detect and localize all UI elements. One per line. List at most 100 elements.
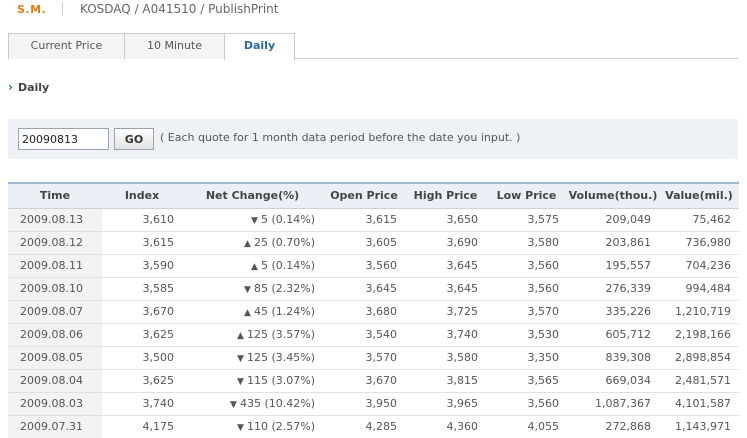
net-change-text: 435 (10.42%): [239, 397, 315, 410]
table-row: 2009.08.06 3,625 ▲ 125 (3.57%) 3,540 3,740 3,5…: [8, 323, 739, 347]
table-row: 2009.07.31 4,175 ▼ 110 (2.57%) 4,285 4,360 4,0…: [8, 415, 739, 438]
header-divider: [62, 2, 63, 16]
cell-open-price: 4,285: [323, 415, 405, 438]
go-button[interactable]: GO: [114, 128, 154, 150]
arrow-down-icon: ▼: [237, 354, 244, 364]
cell-index: 3,625: [102, 323, 182, 347]
cell-net-change: ▼ 85 (2.32%): [182, 277, 323, 301]
column-header-volume[interactable]: Volume(thou.): [567, 182, 659, 209]
cell-value: 4,101,587: [659, 392, 739, 416]
cell-time: 2009.07.31: [8, 415, 102, 438]
column-header-time[interactable]: Time: [8, 182, 102, 209]
net-change-text: 85 (2.32%): [253, 282, 315, 295]
column-header-value[interactable]: Value(mil.): [659, 182, 739, 209]
cell-open-price: 3,680: [323, 300, 405, 324]
cell-time: 2009.08.03: [8, 392, 102, 416]
arrow-up-icon: ▲: [244, 239, 251, 249]
cell-open-price: 3,950: [323, 392, 405, 416]
cell-time: 2009.08.13: [8, 208, 102, 232]
arrow-down-icon: ▼: [244, 285, 251, 295]
date-search-panel: GO ( Each quote for 1 month data period …: [8, 119, 738, 159]
net-change-text: 45 (1.24%): [253, 305, 315, 318]
cell-net-change: ▲ 25 (0.70%): [182, 231, 323, 255]
cell-high-price: 3,645: [405, 277, 486, 301]
cell-value: 2,198,166: [659, 323, 739, 347]
cell-open-price: 3,645: [323, 277, 405, 301]
net-change-text: 110 (2.57%): [246, 420, 315, 433]
arrow-up-icon: ▲: [244, 308, 251, 318]
column-header-low-price[interactable]: Low Price: [486, 182, 567, 209]
cell-high-price: 3,580: [405, 346, 486, 370]
cell-volume: 335,226: [567, 300, 659, 324]
table-row: 2009.08.13 3,610 ▼ 5 (0.14%) 3,615 3,650 3,575…: [8, 208, 739, 232]
cell-time: 2009.08.11: [8, 254, 102, 278]
arrow-down-icon: ▼: [237, 377, 244, 387]
arrow-down-icon: ▼: [230, 400, 237, 410]
cell-volume: 195,557: [567, 254, 659, 278]
column-header-open-price[interactable]: Open Price: [323, 182, 405, 209]
tab-daily[interactable]: Daily: [224, 33, 295, 60]
cell-volume: 605,712: [567, 323, 659, 347]
cell-low-price: 3,580: [486, 231, 567, 255]
tab-10-minute[interactable]: 10 Minute: [124, 33, 225, 59]
cell-high-price: 3,815: [405, 369, 486, 393]
cell-open-price: 3,670: [323, 369, 405, 393]
cell-volume: 209,049: [567, 208, 659, 232]
date-input[interactable]: [18, 128, 109, 150]
net-change-text: 125 (3.57%): [246, 328, 315, 341]
top-bar: S.M. KOSDAQ / A041510 / PublishPrint: [0, 0, 747, 22]
cell-volume: 203,861: [567, 231, 659, 255]
cell-low-price: 3,560: [486, 277, 567, 301]
net-change-text: 25 (0.70%): [253, 236, 315, 249]
arrow-up-icon: ▲: [251, 262, 258, 272]
cell-high-price: 3,740: [405, 323, 486, 347]
cell-low-price: 4,055: [486, 415, 567, 438]
cell-low-price: 3,565: [486, 369, 567, 393]
tab-current-price[interactable]: Current Price: [8, 33, 125, 59]
cell-low-price: 3,350: [486, 346, 567, 370]
net-change-text: 5 (0.14%): [260, 259, 315, 272]
cell-index: 3,585: [102, 277, 182, 301]
cell-index: 3,625: [102, 369, 182, 393]
cell-high-price: 3,690: [405, 231, 486, 255]
column-header-high-price[interactable]: High Price: [405, 182, 486, 209]
net-change-text: 125 (3.45%): [246, 351, 315, 364]
search-hint: ( Each quote for 1 month data period bef…: [160, 131, 521, 144]
table-row: 2009.08.05 3,500 ▼ 125 (3.45%) 3,570 3,580 3,3…: [8, 346, 739, 370]
cell-low-price: 3,570: [486, 300, 567, 324]
cell-low-price: 3,560: [486, 392, 567, 416]
cell-value: 704,236: [659, 254, 739, 278]
cell-index: 3,615: [102, 231, 182, 255]
arrow-down-icon: ▼: [237, 423, 244, 433]
cell-open-price: 3,615: [323, 208, 405, 232]
cell-open-price: 3,570: [323, 346, 405, 370]
cell-volume: 272,868: [567, 415, 659, 438]
column-header-index[interactable]: Index: [102, 182, 182, 209]
cell-open-price: 3,605: [323, 231, 405, 255]
table-row: 2009.08.03 3,740 ▼ 435 (10.42%) 3,950 3,965 3,…: [8, 392, 739, 416]
chevron-right-icon: ›: [8, 80, 13, 94]
table-row: 2009.08.10 3,585 ▼ 85 (2.32%) 3,645 3,645 3,56…: [8, 277, 739, 301]
column-header-net-change[interactable]: Net Change(%): [182, 182, 323, 209]
cell-net-change: ▼ 435 (10.42%): [182, 392, 323, 416]
cell-net-change: ▼ 115 (3.07%): [182, 369, 323, 393]
cell-time: 2009.08.10: [8, 277, 102, 301]
cell-high-price: 3,965: [405, 392, 486, 416]
cell-time: 2009.08.05: [8, 346, 102, 370]
brand-label[interactable]: S.M.: [17, 3, 46, 16]
cell-net-change: ▲ 45 (1.24%): [182, 300, 323, 324]
breadcrumb: KOSDAQ / A041510 / PublishPrint: [80, 2, 279, 16]
cell-index: 4,175: [102, 415, 182, 438]
cell-time: 2009.08.12: [8, 231, 102, 255]
cell-value: 994,484: [659, 277, 739, 301]
cell-volume: 669,034: [567, 369, 659, 393]
cell-value: 2,898,854: [659, 346, 739, 370]
cell-value: 2,481,571: [659, 369, 739, 393]
cell-low-price: 3,575: [486, 208, 567, 232]
cell-high-price: 3,645: [405, 254, 486, 278]
cell-volume: 276,339: [567, 277, 659, 301]
cell-volume: 839,308: [567, 346, 659, 370]
table-row: 2009.08.04 3,625 ▼ 115 (3.07%) 3,670 3,815 3,5…: [8, 369, 739, 393]
cell-high-price: 4,360: [405, 415, 486, 438]
arrow-up-icon: ▲: [237, 331, 244, 341]
